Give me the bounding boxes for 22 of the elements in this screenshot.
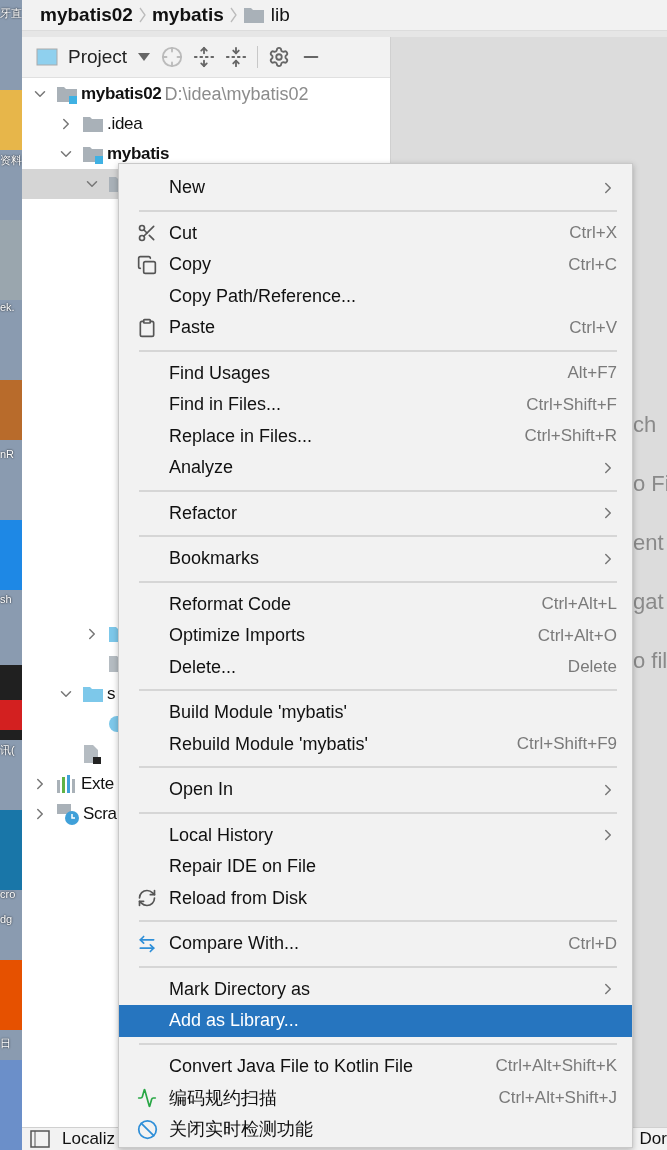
- desktop-icon-label: cro: [0, 888, 16, 900]
- desktop-icon-label: dg: [0, 913, 13, 925]
- desktop-icon-label: 讯(: [0, 743, 15, 758]
- status-text: Dor: [639, 1129, 667, 1149]
- tree-label: Exte: [81, 774, 114, 794]
- desktop-icon-label: sh: [0, 593, 12, 605]
- desktop-icon-label: 资料: [0, 153, 22, 168]
- status-text: Localiz: [62, 1129, 115, 1149]
- tree-label: mybatis: [107, 144, 170, 164]
- desktop-icon-label: 日: [0, 1036, 11, 1051]
- desktop-icon-label: 牙直: [0, 6, 22, 21]
- editor-hint: gat: [633, 590, 665, 613]
- tree-label: .idea: [107, 114, 143, 134]
- editor-hint: ent: [633, 531, 665, 554]
- tree-label: mybatis02: [81, 84, 162, 104]
- editor-hint: ch: [633, 413, 658, 436]
- tree-label: s: [107, 684, 116, 704]
- desktop-icon-label: ek.: [0, 301, 15, 313]
- path-text: D:\idea\mybatis02: [164, 83, 309, 105]
- desktop-icon-label: nR: [0, 448, 15, 460]
- editor-hint: o fil: [633, 649, 667, 672]
- tree-label: Scra: [83, 804, 117, 824]
